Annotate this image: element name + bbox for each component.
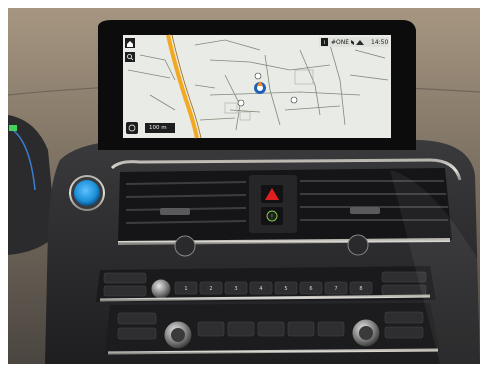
- svg-text:3: 3: [234, 286, 237, 292]
- svg-text:!: !: [271, 214, 273, 221]
- vent-adjuster-left[interactable]: [160, 208, 190, 215]
- poi-marker: [254, 72, 262, 80]
- svg-text:8: 8: [359, 286, 362, 292]
- poi-marker: [290, 96, 298, 104]
- station-label: #ONE: [331, 39, 350, 46]
- svg-text:4: 4: [259, 286, 262, 292]
- svg-text:1: 1: [184, 286, 187, 292]
- volume-knob[interactable]: [150, 278, 172, 300]
- map-scale-label: 100 m: [149, 125, 167, 131]
- search-icon[interactable]: [125, 52, 135, 62]
- svg-text:7: 7: [334, 286, 337, 292]
- vent-adjuster-right[interactable]: [350, 207, 380, 214]
- svg-text:5: 5: [284, 286, 287, 292]
- poi-marker: [237, 99, 245, 107]
- svg-text:6: 6: [309, 286, 312, 292]
- car-dashboard-photo: i ! 1 2 3 4 5 6 7 8 #ONE 14:50 100 m: [0, 0, 486, 367]
- compass-icon[interactable]: [126, 122, 138, 134]
- clock-label: 14:50: [371, 39, 389, 46]
- start-stop-icon: [74, 180, 100, 206]
- svg-text:i: i: [324, 40, 325, 46]
- svg-text:2: 2: [209, 286, 212, 292]
- cluster-indicator-icon: [9, 125, 17, 131]
